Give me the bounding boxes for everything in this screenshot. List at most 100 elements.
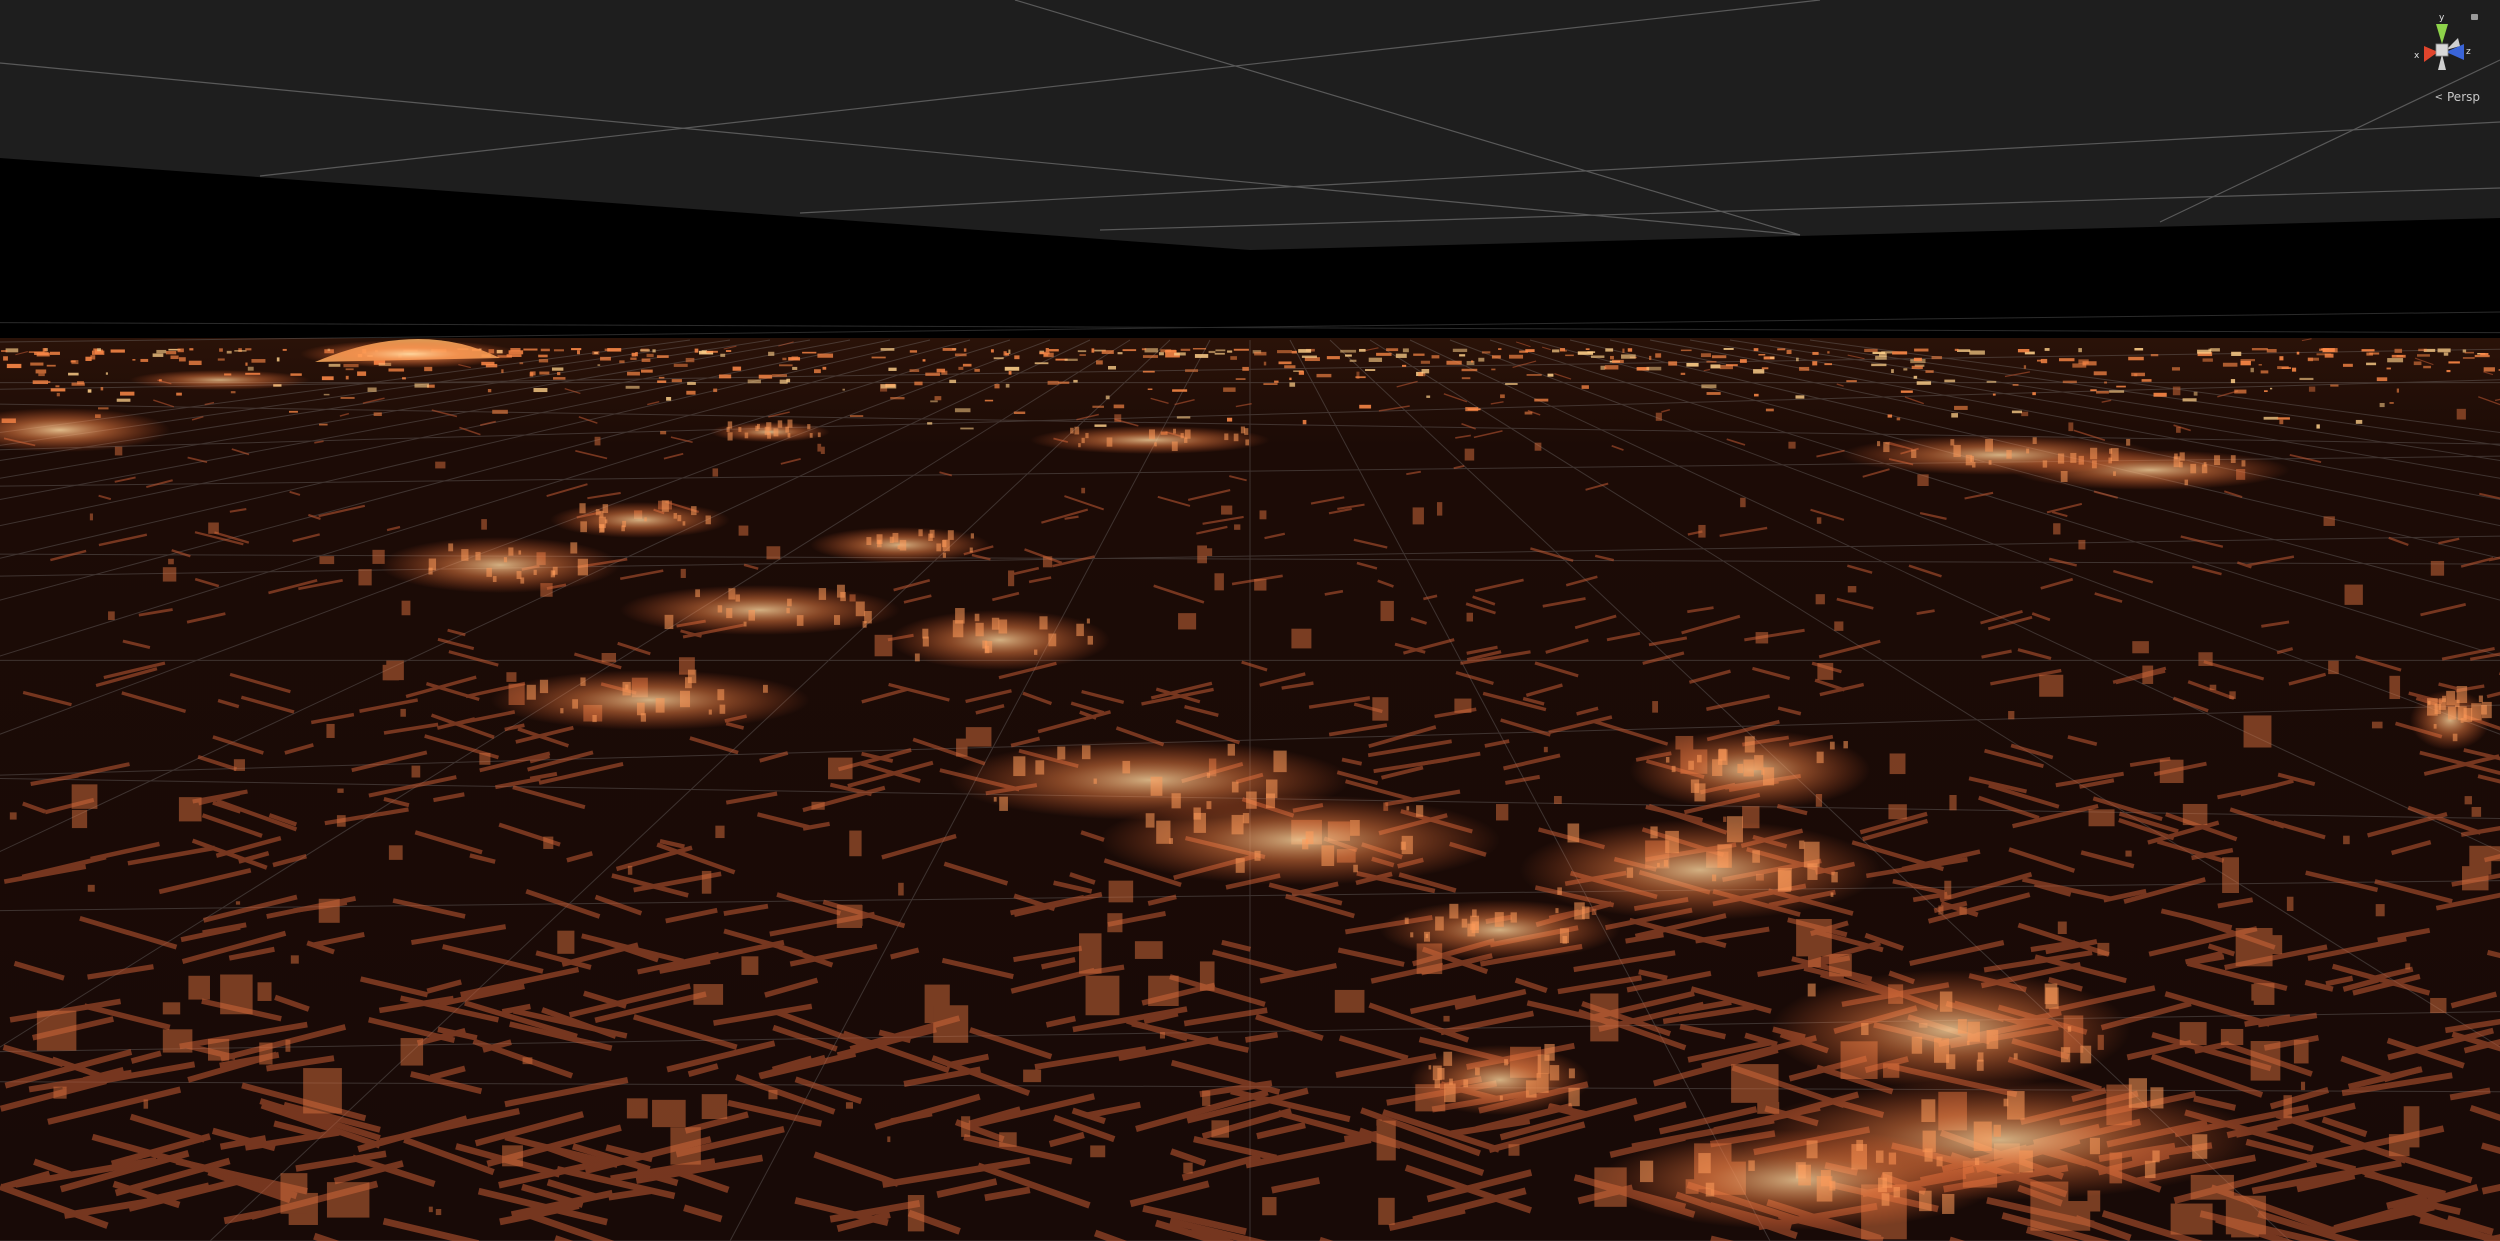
glow-building	[644, 517, 647, 522]
glow-building	[695, 589, 701, 598]
glow-building	[682, 521, 686, 526]
glow-building	[970, 533, 975, 539]
glow-building	[708, 709, 712, 715]
horizon-light	[1446, 360, 1462, 365]
glow-building	[475, 551, 481, 561]
horizon-light	[87, 389, 92, 393]
building-block	[2220, 1028, 2244, 1046]
horizon-light	[1846, 380, 1857, 383]
horizon-light	[1754, 393, 1759, 397]
glow-building	[677, 515, 682, 522]
horizon-light	[1166, 349, 1176, 353]
axis-gizmo-icon[interactable]: y x z	[2402, 8, 2482, 88]
glow-building	[461, 549, 469, 561]
building-block	[1178, 613, 1197, 630]
building-block	[2125, 850, 2132, 857]
glow-building	[878, 540, 881, 545]
horizon-light	[2234, 389, 2247, 394]
glow-building	[1235, 858, 1245, 873]
horizon-light	[1900, 390, 1913, 393]
glow-building	[539, 679, 549, 694]
horizon-light	[2109, 390, 2125, 393]
horizon-light	[1005, 383, 1010, 388]
horizon-light	[2413, 361, 2422, 366]
glow-building	[1180, 433, 1184, 439]
horizon-light	[1284, 365, 1296, 369]
building-block	[828, 757, 853, 780]
glow-building	[2042, 460, 2048, 468]
glow-building	[1559, 928, 1570, 944]
building-block	[1788, 441, 1796, 449]
building-block	[1148, 975, 1179, 1007]
glow-building	[560, 708, 564, 714]
gizmo-y-cone[interactable]	[2436, 24, 2448, 44]
horizon-light	[219, 348, 223, 352]
horizon-light	[1242, 366, 1249, 371]
horizon-light	[519, 362, 524, 365]
horizon-light	[1911, 365, 1923, 369]
horizon-light	[1954, 405, 1968, 410]
horizon-light	[1605, 348, 1614, 352]
lock-icon[interactable]	[2471, 14, 2478, 20]
building-block	[1834, 621, 1844, 631]
horizon-light	[1096, 360, 1103, 365]
building-block	[2159, 759, 2184, 784]
horizon-light	[2277, 417, 2290, 420]
glow-building	[486, 567, 492, 577]
glow-building	[866, 537, 872, 546]
building-block	[1183, 1162, 1193, 1174]
horizon-light	[1452, 348, 1468, 352]
horizon-light	[487, 389, 492, 393]
building-block	[1817, 662, 1834, 680]
glow-building	[897, 545, 900, 550]
horizon-light	[2082, 361, 2097, 366]
horizon-light	[1621, 354, 1636, 359]
horizon-light	[35, 369, 47, 374]
horizon-light	[993, 357, 1004, 360]
glow-building	[595, 509, 600, 516]
horizon-light	[1612, 359, 1624, 364]
glow-building	[1893, 1186, 1900, 1198]
building-block	[715, 825, 725, 839]
glow-building	[2006, 449, 2012, 459]
horizon-light	[772, 374, 788, 377]
building-block	[820, 446, 825, 454]
horizon-light	[553, 349, 564, 352]
building-block	[1008, 570, 1015, 587]
horizon-light	[1944, 379, 1956, 383]
horizon-light	[1147, 388, 1153, 391]
horizon-light	[1466, 360, 1475, 365]
scene-viewport[interactable]: y x z < Persp	[0, 0, 2500, 1241]
gizmo-center-cube[interactable]	[2435, 43, 2449, 57]
building-block	[1464, 448, 1475, 461]
glow-building	[787, 433, 791, 438]
horizon-light	[367, 387, 377, 392]
horizon-light	[1467, 408, 1481, 411]
horizon-light	[1365, 369, 1376, 371]
horizon-light	[553, 377, 566, 380]
glow-building	[1986, 1030, 1999, 1049]
horizon-light	[625, 385, 640, 389]
horizon-light	[1892, 351, 1908, 355]
distant-glow-halo	[300, 340, 520, 368]
glow-building	[2089, 1137, 2100, 1155]
projection-toggle[interactable]: < Persp	[2435, 90, 2480, 104]
horizon-light	[990, 349, 994, 353]
glow-building	[2067, 1026, 2072, 1032]
building-block	[1262, 1197, 1277, 1216]
horizon-light	[958, 366, 964, 370]
horizon-light	[2379, 402, 2385, 408]
horizon-light	[47, 381, 51, 383]
glow-building	[786, 607, 790, 614]
glow-building	[1806, 1140, 1818, 1159]
horizon-light	[1564, 350, 1567, 352]
glow-building	[1266, 779, 1278, 799]
horizon-light	[962, 363, 972, 367]
horizon-light	[1519, 350, 1529, 353]
horizon-light	[600, 356, 611, 361]
building-block	[2222, 857, 2239, 894]
glow-building	[1321, 845, 1335, 867]
glow-building	[2174, 453, 2178, 460]
glow-building	[503, 557, 508, 563]
glow-building	[719, 704, 726, 714]
